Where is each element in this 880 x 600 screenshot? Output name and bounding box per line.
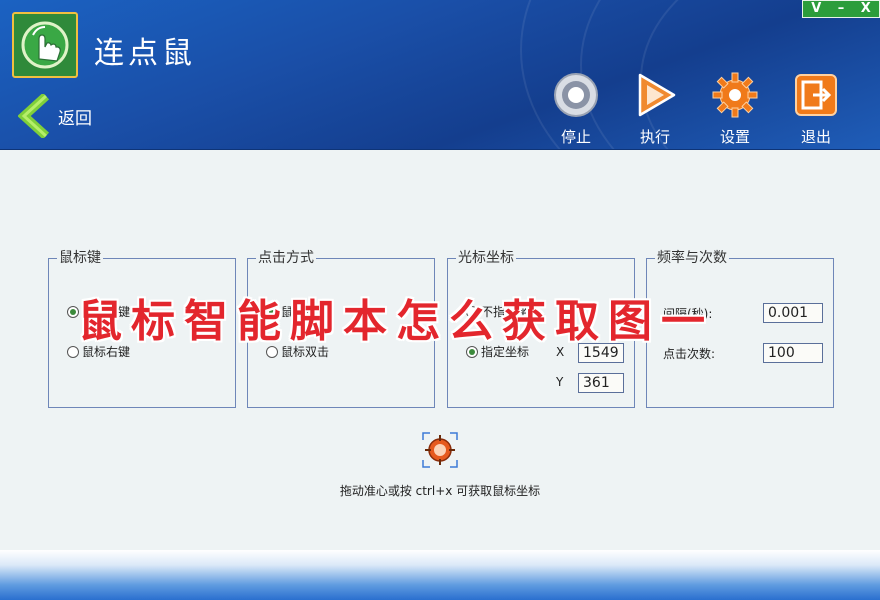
stop-button[interactable]: 停止 <box>546 72 606 147</box>
interval-label: 间隔(秒): <box>663 307 713 321</box>
run-button[interactable]: 执行 <box>625 72 685 147</box>
x-label: X <box>556 345 565 359</box>
radio-checked-icon <box>466 345 478 358</box>
group-title: 鼠标键 <box>57 249 103 267</box>
app-title: 连点鼠 <box>94 36 196 71</box>
app-logo <box>12 12 78 78</box>
group-title: 频率与次数 <box>655 249 729 267</box>
interval-input[interactable] <box>763 303 823 323</box>
click-mode-group: 点击方式 鼠标单击 鼠标双击 <box>247 249 435 408</box>
group-title: 点击方式 <box>256 249 316 267</box>
count-label: 点击次数: <box>663 347 716 361</box>
radio-no-coords[interactable]: 不指定坐标 <box>466 303 541 320</box>
exit-icon <box>795 74 837 116</box>
play-icon <box>638 73 676 117</box>
radio-label: 不指定坐标 <box>481 305 542 319</box>
stop-label: 停止 <box>560 128 591 146</box>
gear-icon <box>712 72 758 118</box>
crosshair-icon <box>422 432 458 468</box>
y-coordinate-input[interactable] <box>578 373 624 393</box>
window-controls: V – X <box>802 0 880 18</box>
radio-unchecked-icon <box>67 345 79 358</box>
header-banner: 连点鼠 V – X 返回 停止 执行 设置 退出 <box>0 0 880 150</box>
close-button[interactable]: X <box>861 1 871 17</box>
settings-button[interactable]: 设置 <box>705 72 765 147</box>
crosshair-drag-handle[interactable] <box>421 431 459 473</box>
radio-specify-coords[interactable]: 指定坐标 <box>466 343 529 360</box>
exit-button[interactable]: 退出 <box>786 72 846 147</box>
settings-label: 设置 <box>719 128 750 146</box>
frequency-group: 频率与次数 间隔(秒): 点击次数: <box>646 249 834 408</box>
footer-banner <box>0 550 880 600</box>
radio-label: 鼠标单击 <box>281 305 330 319</box>
hand-click-icon <box>21 21 69 69</box>
main-content: 鼠标键 鼠标左键 鼠标右键 点击方式 鼠标单击 鼠标双击 光标坐标 不指定坐标 … <box>0 151 880 550</box>
group-title: 光标坐标 <box>456 249 516 267</box>
mouse-button-group: 鼠标键 鼠标左键 鼠标右键 <box>48 249 236 408</box>
back-button[interactable]: 返回 <box>18 94 92 138</box>
radio-label: 鼠标双击 <box>281 345 330 359</box>
radio-label: 指定坐标 <box>481 345 530 359</box>
coordinate-hint: 拖动准心或按 ctrl+x 可获取鼠标坐标 <box>339 484 541 498</box>
radio-label: 鼠标右键 <box>82 345 131 359</box>
radio-double-click[interactable]: 鼠标双击 <box>266 343 329 360</box>
minimize-button[interactable]: – <box>838 1 845 17</box>
radio-left-button[interactable]: 鼠标左键 <box>67 303 130 320</box>
radio-unchecked-icon <box>266 345 278 358</box>
back-label: 返回 <box>58 108 92 129</box>
stop-icon <box>554 73 598 117</box>
count-input[interactable] <box>763 343 823 363</box>
radio-right-button[interactable]: 鼠标右键 <box>67 343 130 360</box>
x-coordinate-input[interactable] <box>578 343 624 363</box>
radio-single-click[interactable]: 鼠标单击 <box>266 303 329 320</box>
radio-checked-icon <box>266 305 278 318</box>
radio-checked-icon <box>67 305 79 318</box>
radio-label: 鼠标左键 <box>82 305 131 319</box>
restore-button[interactable]: V <box>811 1 821 17</box>
y-label: Y <box>556 375 564 389</box>
cursor-coords-group: 光标坐标 不指定坐标 指定坐标 X Y <box>447 249 635 408</box>
exit-label: 退出 <box>800 128 831 146</box>
radio-unchecked-icon <box>466 305 478 318</box>
chevron-left-icon <box>18 94 50 138</box>
run-label: 执行 <box>639 128 670 146</box>
